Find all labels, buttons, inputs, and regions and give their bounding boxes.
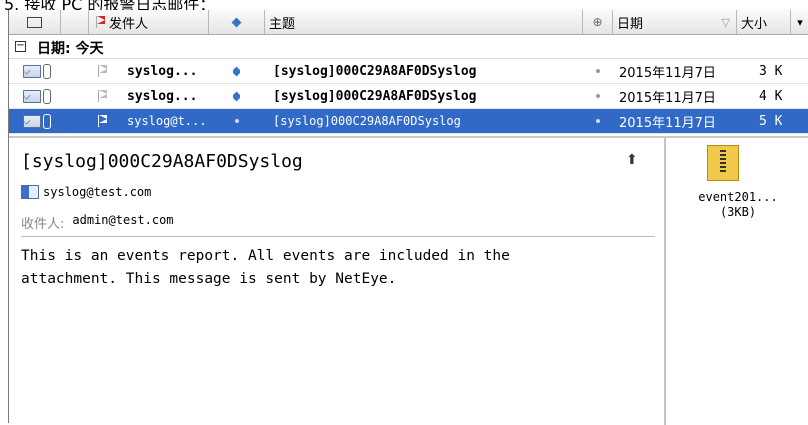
top-caption: 5. 接收 PC 的报警日志邮件： xyxy=(4,0,216,10)
body-line: attachment. This message is sent by NetE… xyxy=(21,271,397,287)
importance-icon xyxy=(233,59,240,83)
status-dot-icon xyxy=(596,84,600,108)
group-label: 日期: 今天 xyxy=(37,41,104,57)
importance-icon xyxy=(233,84,240,108)
contact-card-icon xyxy=(21,185,39,199)
reading-pane: [syslog]000C29A8AF0DSyslog ⬆ syslog@test… xyxy=(9,136,808,425)
read-envelope-icon xyxy=(23,109,51,133)
col-subject-label: 主题 xyxy=(269,16,296,32)
col-date[interactable]: 日期 ▽ xyxy=(613,10,737,34)
column-chooser[interactable]: ▾ xyxy=(791,10,808,34)
message-row[interactable]: syslog... [syslog]000C29A8AF0DSyslog 201… xyxy=(9,84,808,109)
attachment-name: event201... xyxy=(698,190,778,204)
preview-from[interactable]: syslog@test.com xyxy=(21,185,151,199)
paperclip-icon xyxy=(43,63,51,79)
follow-flag-icon[interactable] xyxy=(97,59,107,83)
col-sender[interactable]: 发件人 xyxy=(89,10,209,34)
envelope-icon xyxy=(27,16,42,28)
group-header-today[interactable]: − 日期: 今天 xyxy=(9,35,808,59)
importance-icon xyxy=(231,17,242,27)
sort-desc-icon: ▽ xyxy=(721,15,730,29)
flag-icon xyxy=(95,16,105,28)
attachment-size: (3KB) xyxy=(719,205,757,219)
message-date: 2015年11月7日 xyxy=(619,115,716,131)
col-date-label: 日期 xyxy=(617,16,644,32)
message-subject: [syslog]000C29A8AF0DSyslog xyxy=(273,88,477,104)
col-size[interactable]: 大小 xyxy=(737,10,791,34)
status-dot-icon xyxy=(596,59,600,83)
header-divider xyxy=(21,236,655,237)
message-date: 2015年11月7日 xyxy=(619,65,716,81)
preview-to: 收件人: admin@test.com xyxy=(21,213,174,232)
chevron-down-icon: ▾ xyxy=(797,15,803,29)
collapse-toggle-icon[interactable]: − xyxy=(15,41,26,52)
status-dot-icon xyxy=(596,109,600,133)
message-date: 2015年11月7日 xyxy=(619,90,716,106)
preview-to-address[interactable]: admin@test.com xyxy=(72,213,173,232)
lock-icon: ⊕ xyxy=(592,15,603,29)
zip-file-icon[interactable] xyxy=(707,145,739,181)
follow-flag-icon[interactable] xyxy=(97,84,107,108)
preview-from-address[interactable]: syslog@test.com xyxy=(43,185,151,199)
follow-flag-icon[interactable] xyxy=(97,109,107,133)
col-subject[interactable]: 主题 xyxy=(265,10,583,34)
preview-subject: [syslog]000C29A8AF0DSyslog xyxy=(21,151,303,172)
col-lock[interactable]: ⊕ xyxy=(583,10,613,34)
message-sender: syslog... xyxy=(127,88,198,104)
column-header: 发件人 主题 ⊕ 日期 ▽ 大小 ▾ xyxy=(9,10,808,35)
importance-dot-icon xyxy=(235,109,239,133)
col-attachment[interactable] xyxy=(61,10,89,34)
attachment-file[interactable]: event201... (3KB) xyxy=(668,190,808,220)
read-envelope-icon xyxy=(23,84,51,108)
message-row-selected[interactable]: syslog@t... [syslog]000C29A8AF0DSyslog 2… xyxy=(9,109,808,134)
paperclip-icon xyxy=(43,113,51,129)
attachment-pane: event201... (3KB) xyxy=(666,138,808,425)
message-size: 5 K xyxy=(759,113,783,129)
message-row[interactable]: syslog... [syslog]000C29A8AF0DSyslog 201… xyxy=(9,59,808,84)
body-line: This is an events report. All events are… xyxy=(21,248,510,264)
message-sender: syslog@t... xyxy=(127,114,207,128)
preview-to-label: 收件人: xyxy=(21,217,65,232)
message-sender: syslog... xyxy=(127,63,198,79)
message-subject: [syslog]000C29A8AF0DSyslog xyxy=(273,114,461,128)
message-body: This is an events report. All events are… xyxy=(21,245,651,291)
message-size: 3 K xyxy=(759,63,783,79)
col-read-status[interactable] xyxy=(9,10,61,34)
message-preview: [syslog]000C29A8AF0DSyslog ⬆ syslog@test… xyxy=(9,138,666,425)
top-caption-clip: 5. 接收 PC 的报警日志邮件： xyxy=(0,0,808,10)
paperclip-icon xyxy=(43,88,51,104)
message-size: 4 K xyxy=(759,88,783,104)
mail-window: 发件人 主题 ⊕ 日期 ▽ 大小 ▾ − 日期: 今天 syslog... [s… xyxy=(8,10,808,425)
read-envelope-icon xyxy=(23,59,51,83)
message-subject: [syslog]000C29A8AF0DSyslog xyxy=(273,63,477,79)
col-sender-label: 发件人 xyxy=(109,16,149,32)
collapse-header-icon[interactable]: ⬆ xyxy=(626,152,638,168)
col-importance[interactable] xyxy=(209,10,265,34)
col-size-label: 大小 xyxy=(741,16,768,32)
